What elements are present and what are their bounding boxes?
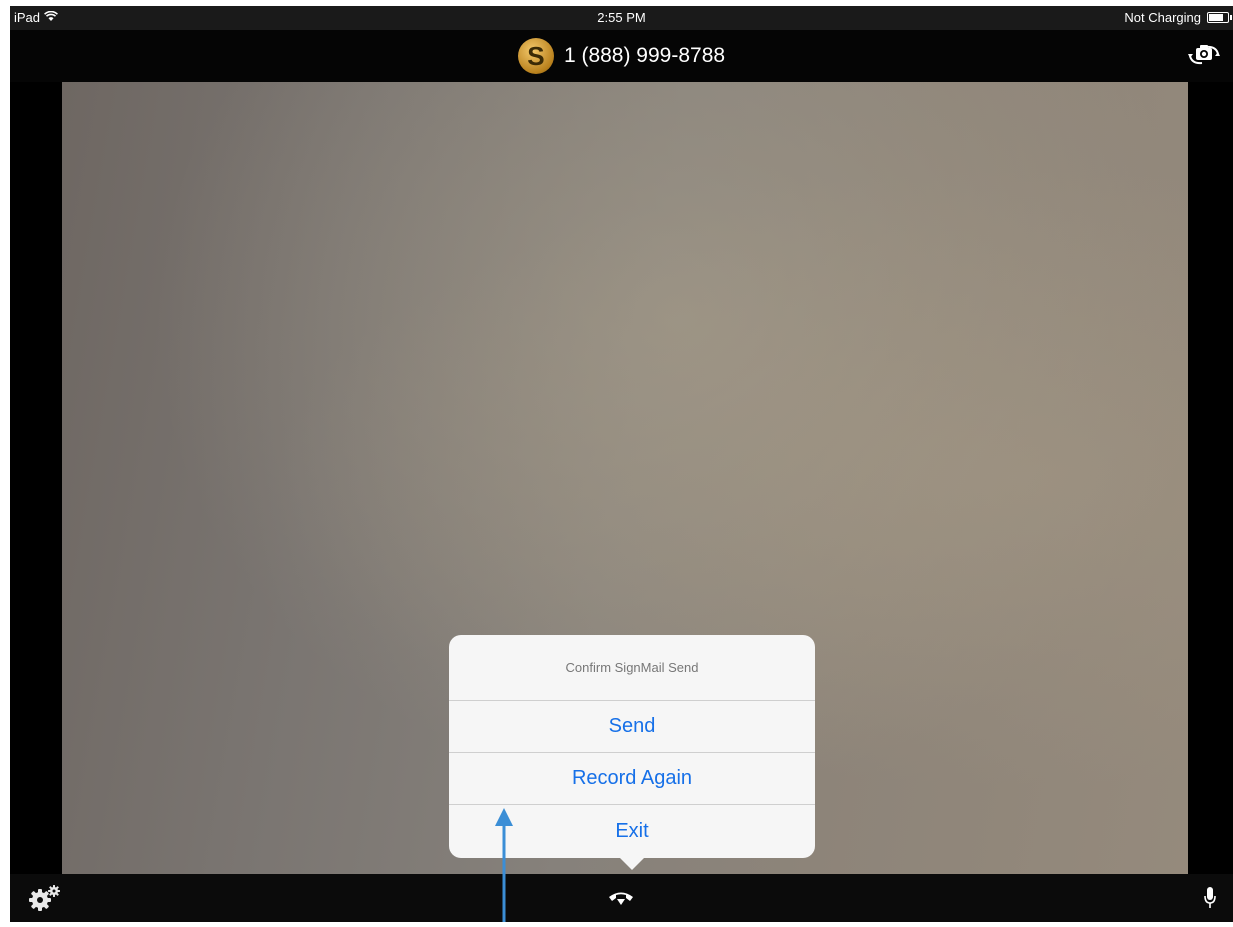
send-button[interactable]: Send	[449, 701, 815, 753]
blue-up-arrow-icon	[494, 808, 514, 922]
sorenson-logo-icon: S	[517, 38, 554, 74]
settings-gears-icon[interactable]	[28, 884, 62, 912]
battery-icon	[1207, 12, 1232, 23]
microphone-icon[interactable]	[1203, 886, 1217, 910]
status-right: Not Charging	[1124, 10, 1232, 25]
hang-up-icon[interactable]	[607, 888, 635, 908]
popover-title: Confirm SignMail Send	[449, 635, 815, 701]
bottom-toolbar	[10, 874, 1233, 922]
device-screen: iPad 2:55 PM Not Charging S 1 (888) 999-…	[10, 6, 1233, 922]
status-time: 2:55 PM	[597, 10, 646, 25]
battery-status-text: Not Charging	[1124, 10, 1201, 25]
call-title: S 1 (888) 999-8788	[10, 30, 1233, 82]
call-header: S 1 (888) 999-8788	[10, 30, 1233, 82]
phone-number: 1 (888) 999-8788	[563, 44, 726, 67]
battery-level-fill	[1209, 14, 1224, 21]
record-again-button[interactable]: Record Again	[449, 753, 815, 805]
logo-letter: S	[527, 40, 545, 71]
status-bar: iPad 2:55 PM Not Charging	[10, 6, 1233, 30]
camera-flip-icon[interactable]	[1187, 42, 1221, 68]
